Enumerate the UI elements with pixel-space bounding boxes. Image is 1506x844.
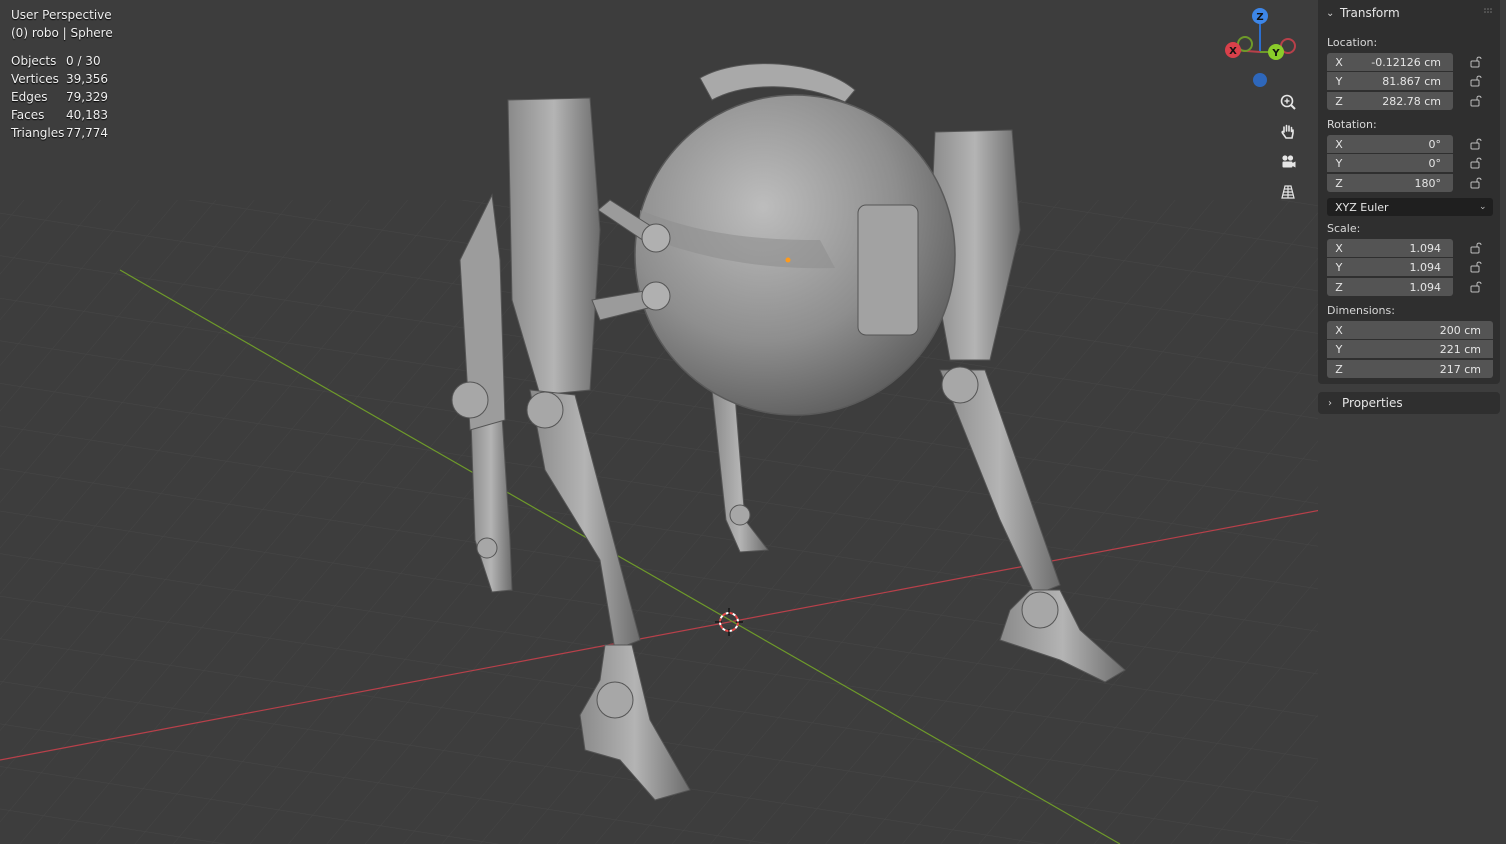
unlock-icon[interactable] bbox=[1470, 281, 1484, 293]
location-x-field[interactable]: X -0.12126 cm bbox=[1327, 53, 1453, 71]
axis-label: Y bbox=[1335, 156, 1343, 170]
gizmo-z-axis[interactable]: Z bbox=[1252, 8, 1268, 24]
camera-icon[interactable] bbox=[1276, 150, 1300, 174]
stat-value: 40,183 bbox=[66, 108, 108, 122]
chevron-down-icon: ⌄ bbox=[1326, 7, 1335, 19]
chevron-down-icon: ⌄ bbox=[1479, 202, 1487, 212]
unlock-icon[interactable] bbox=[1470, 75, 1484, 87]
field-value: 1.094 bbox=[1409, 280, 1442, 294]
dimensions-y-field[interactable]: Y 221 cm bbox=[1327, 340, 1493, 358]
rotation-z-field[interactable]: Z 180° bbox=[1327, 174, 1453, 192]
view-name: User Perspective bbox=[11, 8, 112, 22]
rotation-mode-value: XYZ Euler bbox=[1335, 200, 1389, 214]
viewport-header-info: User Perspective (0) robo | Sphere bbox=[11, 6, 113, 42]
stat-row: Edges 79,329 bbox=[11, 88, 108, 106]
navigation-gizmo[interactable]: X Y Z bbox=[1218, 6, 1302, 90]
drag-grip-icon[interactable] bbox=[1484, 8, 1494, 14]
stat-value: 39,356 bbox=[66, 72, 108, 86]
field-value: 1.094 bbox=[1409, 260, 1442, 274]
transform-title: Transform bbox=[1340, 6, 1400, 20]
rotation-y-field[interactable]: Y 0° bbox=[1327, 154, 1453, 172]
location-y-field[interactable]: Y 81.867 cm bbox=[1327, 72, 1453, 90]
scene-statistics: Objects 0 / 30 Vertices 39,356 Edges 79,329… bbox=[11, 52, 108, 142]
object-origin bbox=[785, 257, 791, 263]
scale-y-field[interactable]: Y 1.094 bbox=[1327, 258, 1453, 276]
stat-row: Triangles 77,774 bbox=[11, 124, 108, 142]
axis-label: X bbox=[1335, 55, 1343, 69]
unlock-icon[interactable] bbox=[1470, 157, 1484, 169]
hand-pan-icon[interactable] bbox=[1276, 120, 1300, 144]
transform-panel-header[interactable]: ⌄ Transform bbox=[1318, 0, 1500, 26]
field-value: 221 cm bbox=[1439, 342, 1481, 356]
unlock-icon[interactable] bbox=[1470, 177, 1484, 189]
scale-label: Scale: bbox=[1327, 222, 1361, 235]
field-value: 180° bbox=[1414, 176, 1442, 190]
chevron-right-icon: › bbox=[1328, 397, 1332, 409]
unlock-icon[interactable] bbox=[1470, 138, 1484, 150]
field-value: 81.867 cm bbox=[1382, 74, 1441, 88]
gizmo-x-label: X bbox=[1229, 46, 1237, 57]
location-label: Location: bbox=[1327, 36, 1378, 49]
dimensions-z-field[interactable]: Z 217 cm bbox=[1327, 360, 1493, 378]
field-value: -0.12126 cm bbox=[1371, 55, 1441, 69]
axis-label: X bbox=[1335, 323, 1343, 337]
stat-row: Objects 0 / 30 bbox=[11, 52, 108, 70]
zoom-icon[interactable] bbox=[1276, 90, 1300, 114]
unlock-icon[interactable] bbox=[1470, 261, 1484, 273]
stat-value: 79,329 bbox=[66, 90, 108, 104]
transform-panel: ⌄ Transform Location: X -0.12126 cm Y 81.8… bbox=[1318, 0, 1500, 384]
properties-panel-header[interactable]: › Properties bbox=[1318, 392, 1500, 414]
object-info: (0) robo | Sphere bbox=[11, 26, 113, 40]
gizmo-y-axis[interactable]: Y bbox=[1268, 44, 1284, 60]
field-value: 0° bbox=[1428, 137, 1442, 151]
unlock-icon[interactable] bbox=[1470, 242, 1484, 254]
axis-label: X bbox=[1335, 241, 1343, 255]
rotation-label: Rotation: bbox=[1327, 118, 1377, 131]
field-value: 217 cm bbox=[1439, 362, 1481, 376]
field-value: 282.78 cm bbox=[1382, 94, 1441, 108]
gizmo-z-label: Z bbox=[1256, 12, 1263, 23]
stat-row: Faces 40,183 bbox=[11, 106, 108, 124]
axis-label: X bbox=[1335, 137, 1343, 151]
axis-label: Z bbox=[1335, 176, 1343, 190]
stat-label: Edges bbox=[11, 90, 48, 104]
gizmo-x-axis[interactable]: X bbox=[1225, 42, 1241, 58]
stat-label: Objects bbox=[11, 54, 57, 68]
gizmo-neg-z[interactable] bbox=[1253, 73, 1267, 87]
stat-value: 0 / 30 bbox=[66, 54, 101, 68]
axis-label: Z bbox=[1335, 280, 1343, 294]
axis-label: Y bbox=[1335, 74, 1343, 88]
axis-label: Y bbox=[1335, 260, 1343, 274]
rotation-x-field[interactable]: X 0° bbox=[1327, 135, 1453, 153]
dimensions-x-field[interactable]: X 200 cm bbox=[1327, 321, 1493, 339]
scale-x-field[interactable]: X 1.094 bbox=[1327, 239, 1453, 257]
axis-label: Z bbox=[1335, 94, 1343, 108]
dimensions-label: Dimensions: bbox=[1327, 304, 1395, 317]
rotation-mode-select[interactable]: XYZ Euler ⌄ bbox=[1327, 198, 1493, 216]
unlock-icon[interactable] bbox=[1470, 95, 1484, 107]
stat-label: Triangles bbox=[11, 126, 65, 140]
axis-label: Z bbox=[1335, 362, 1343, 376]
stat-label: Faces bbox=[11, 108, 45, 122]
stat-label: Vertices bbox=[11, 72, 59, 86]
viewport-navigation-tools bbox=[1276, 90, 1300, 210]
location-z-field[interactable]: Z 282.78 cm bbox=[1327, 92, 1453, 110]
field-value: 1.094 bbox=[1409, 241, 1442, 255]
stat-value: 77,774 bbox=[66, 126, 108, 140]
3d-viewport[interactable]: User Perspective (0) robo | Sphere Objec… bbox=[0, 0, 1506, 844]
field-value: 0° bbox=[1428, 156, 1442, 170]
stat-row: Vertices 39,356 bbox=[11, 70, 108, 88]
grid-ortho-icon[interactable] bbox=[1276, 180, 1300, 204]
sidebar-n-panel: ⌄ Transform Location: X -0.12126 cm Y 81.8… bbox=[1318, 0, 1506, 844]
scale-z-field[interactable]: Z 1.094 bbox=[1327, 278, 1453, 296]
field-value: 200 cm bbox=[1439, 323, 1481, 337]
gizmo-y-label: Y bbox=[1271, 48, 1280, 59]
axis-label: Y bbox=[1335, 342, 1343, 356]
properties-title: Properties bbox=[1342, 396, 1403, 410]
unlock-icon[interactable] bbox=[1470, 56, 1484, 68]
